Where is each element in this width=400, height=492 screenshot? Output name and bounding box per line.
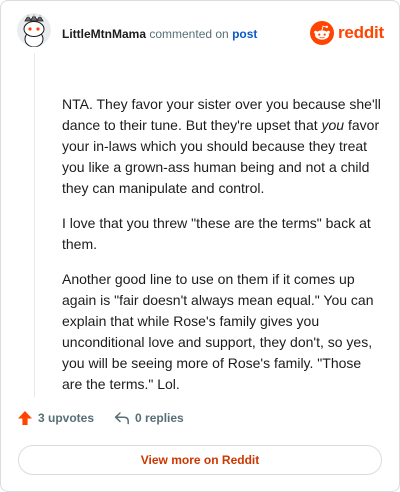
username-link[interactable]: LittleMtnMama <box>62 27 146 41</box>
comment-emphasis: you <box>321 117 345 133</box>
post-link[interactable]: post <box>232 27 257 41</box>
comment-embed-card: LittleMtnMama commented on post reddit N… <box>0 0 400 492</box>
comment-paragraph: Another good line to use on them if it c… <box>62 271 374 392</box>
reply-button[interactable]: 0 replies <box>114 410 184 426</box>
comment-actions: 3 upvotes 0 replies <box>17 410 204 426</box>
avatar[interactable] <box>17 13 51 47</box>
commented-on-text: commented on <box>149 27 229 41</box>
reply-arrow-icon <box>114 412 129 425</box>
reply-count: 0 replies <box>135 411 184 425</box>
comment-paragraph: I love that you threw "these are the ter… <box>62 215 371 252</box>
reddit-logo[interactable]: reddit <box>309 21 384 45</box>
comment-body: NTA. They favor your sister over you bec… <box>62 94 384 409</box>
upvote-count: 3 upvotes <box>38 411 95 425</box>
reddit-wordmark: reddit <box>337 23 384 42</box>
comment-paragraph: NTA. They favor your sister over you bec… <box>62 94 384 199</box>
comment-header: LittleMtnMama commented on post <box>62 26 257 42</box>
view-more-button[interactable]: View more on Reddit <box>18 445 382 475</box>
upvote-button[interactable]: 3 upvotes <box>17 410 94 426</box>
snoo-avatar-icon <box>17 13 51 47</box>
upvote-arrow-icon <box>18 411 32 425</box>
reddit-logo-icon <box>309 21 334 45</box>
thread-line <box>34 53 35 397</box>
